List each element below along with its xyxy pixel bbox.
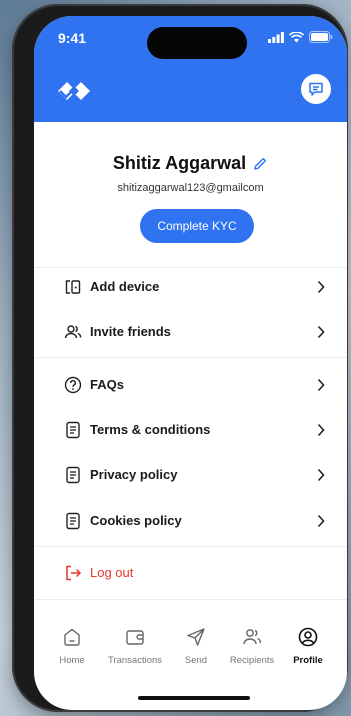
menu-item-faqs[interactable]: FAQs xyxy=(34,367,347,403)
device-icon xyxy=(65,280,81,294)
chevron-right-icon xyxy=(317,378,325,392)
chevron-right-icon xyxy=(317,423,325,437)
help-circle-icon xyxy=(64,376,82,394)
menu-item-label: FAQs xyxy=(90,377,124,392)
divider xyxy=(34,599,347,600)
chat-icon xyxy=(309,82,323,96)
tab-send[interactable]: Send xyxy=(166,618,226,678)
bottom-tab-bar: Home Transactions Send Recipients Profil… xyxy=(34,618,347,678)
brand-logo-icon xyxy=(58,82,90,100)
chevron-right-icon xyxy=(317,468,325,482)
support-chat-button[interactable] xyxy=(301,74,331,104)
profile-name: Shitiz Aggarwal xyxy=(112,153,247,173)
app-header: 9:41 xyxy=(34,16,347,122)
profile-email: shitizaggarwal123@gmailcom xyxy=(117,182,264,194)
tab-home[interactable]: Home xyxy=(42,618,102,678)
logout-button[interactable]: Log out xyxy=(34,555,347,591)
menu-item-invite-friends[interactable]: Invite friends xyxy=(34,314,347,350)
menu-item-add-device[interactable]: Add device xyxy=(34,269,347,305)
chevron-right-icon xyxy=(317,280,325,294)
logout-label: Log out xyxy=(90,565,134,580)
menu-item-privacy[interactable]: Privacy policy xyxy=(34,457,347,493)
logout-icon xyxy=(66,565,82,581)
menu-item-label: Cookies policy xyxy=(90,513,182,528)
signal-icon xyxy=(268,31,284,43)
profile-icon xyxy=(298,627,318,647)
divider xyxy=(34,357,347,358)
document-icon xyxy=(66,466,80,484)
home-icon xyxy=(64,628,80,646)
menu-item-label: Invite friends xyxy=(90,324,171,339)
menu-item-cookies[interactable]: Cookies policy xyxy=(34,503,347,539)
menu-item-label: Add device xyxy=(90,279,160,294)
users-icon xyxy=(64,325,82,339)
menu-item-terms[interactable]: Terms & conditions xyxy=(34,412,347,448)
home-indicator[interactable] xyxy=(138,696,250,700)
document-icon xyxy=(66,512,80,530)
tab-label: Transactions xyxy=(107,655,163,666)
chevron-right-icon xyxy=(317,325,325,339)
document-icon xyxy=(66,421,80,439)
divider xyxy=(34,546,347,547)
phone-frame: 9:41 Shitiz Aggarwal shitizaggarwal123@g… xyxy=(12,4,348,712)
profile-card: Shitiz Aggarwal shitizaggarwal123@gmailc… xyxy=(34,122,347,267)
menu-item-label: Privacy policy xyxy=(90,467,178,482)
tab-label: Profile xyxy=(293,655,323,666)
tab-label: Send xyxy=(184,655,208,666)
edit-pencil-icon[interactable] xyxy=(252,156,268,172)
tab-label: Home xyxy=(59,655,85,666)
tab-transactions[interactable]: Transactions xyxy=(104,618,166,678)
recipients-icon xyxy=(243,629,262,645)
name-row: Shitiz Aggarwal xyxy=(34,153,347,174)
dynamic-island xyxy=(147,27,247,59)
menu-item-label: Terms & conditions xyxy=(90,422,211,437)
chevron-right-icon xyxy=(317,514,325,528)
status-time: 9:41 xyxy=(58,30,87,46)
wifi-icon xyxy=(289,31,304,42)
tab-label: Recipients xyxy=(229,655,275,666)
complete-kyc-button[interactable]: Complete KYC xyxy=(140,209,254,243)
tab-recipients[interactable]: Recipients xyxy=(222,618,282,678)
battery-icon xyxy=(309,31,333,43)
app-screen: 9:41 Shitiz Aggarwal shitizaggarwal123@g… xyxy=(34,16,347,710)
tab-profile[interactable]: Profile xyxy=(278,618,338,678)
divider xyxy=(34,267,347,268)
status-icons xyxy=(268,31,333,43)
send-icon xyxy=(187,628,205,646)
wallet-icon xyxy=(126,630,144,645)
